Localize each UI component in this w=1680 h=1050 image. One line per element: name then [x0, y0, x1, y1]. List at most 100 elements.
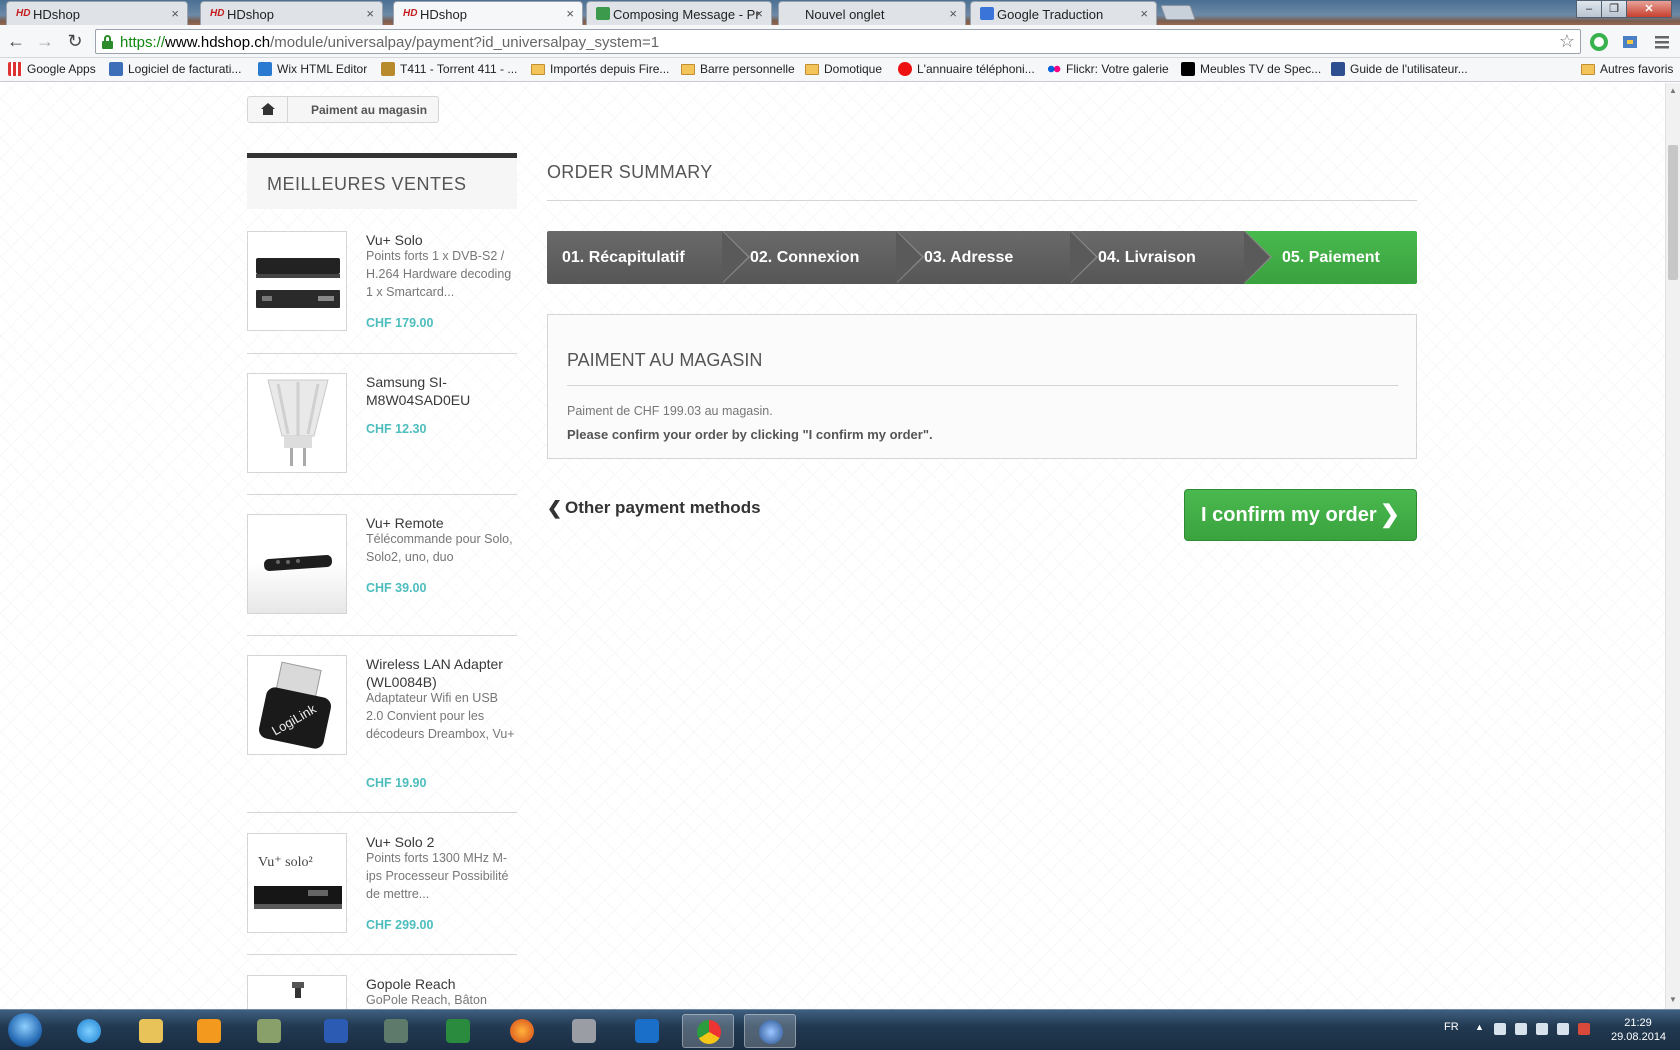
product-price: CHF 299.00 — [366, 918, 434, 932]
thunderbird-icon — [759, 1020, 783, 1044]
bookmark-importes-firefox[interactable]: Importés depuis Fire... — [531, 62, 669, 76]
tab-hdshop-active[interactable]: HD HDshop × — [393, 1, 583, 25]
reload-button[interactable]: ↻ — [63, 30, 87, 52]
language-indicator[interactable]: FR — [1444, 1021, 1459, 1033]
maximize-button[interactable]: ❐ — [1601, 0, 1627, 18]
bookmark-wix-editor[interactable]: Wix HTML Editor — [258, 62, 367, 76]
bookmark-meubles-tv[interactable]: Meubles TV de Spec... — [1181, 62, 1321, 76]
bookmark-logiciel-facturation[interactable]: Logiciel de facturati... — [109, 62, 241, 76]
chrome-menu-icon[interactable] — [1652, 32, 1672, 52]
payment-instruction: Please confirm your order by clicking "I… — [567, 427, 933, 442]
google-translate-favicon-icon — [980, 7, 994, 20]
page-scrollbar[interactable]: ▲ ▼ — [1665, 83, 1680, 1009]
step-label: 03. Adresse — [924, 249, 1014, 266]
action-center-flag-icon[interactable] — [1494, 1023, 1506, 1035]
bookmark-label: Meubles TV de Spec... — [1200, 62, 1322, 76]
taskbar-explorer[interactable] — [125, 1014, 177, 1048]
product-name[interactable]: Wireless LAN Adapter (WL0084B) — [366, 655, 516, 691]
product-image[interactable] — [247, 231, 347, 331]
scrollbar-thumb[interactable] — [1668, 145, 1678, 280]
url-text[interactable]: https://www.hdshop.ch/module/universalpa… — [120, 34, 659, 51]
document-icon — [384, 1019, 408, 1043]
taskbar-app9[interactable] — [558, 1014, 610, 1048]
bookmark-t411[interactable]: T411 - Torrent 411 - ... — [381, 62, 517, 76]
bestsellers-title: MEILLEURES VENTES — [267, 174, 467, 194]
bookmark-label: T411 - Torrent 411 - ... — [400, 62, 518, 76]
other-payment-methods-link[interactable]: ❮ Other payment methods — [547, 498, 761, 518]
product-image[interactable] — [247, 514, 347, 614]
close-icon[interactable]: × — [366, 6, 374, 21]
folder-icon — [139, 1019, 163, 1043]
confirm-order-button[interactable]: I confirm my order ❯ — [1184, 489, 1417, 541]
new-tab-button[interactable] — [1160, 5, 1196, 20]
taskbar-word[interactable] — [310, 1014, 362, 1048]
taskbar-ie[interactable] — [63, 1014, 115, 1048]
set-top-box-icon — [256, 258, 340, 308]
tab-hdshop-1[interactable]: HD HDshop × — [6, 1, 188, 25]
extension-wrench-icon[interactable] — [1620, 32, 1640, 52]
security-alert-icon[interactable] — [1578, 1023, 1590, 1035]
extension-green-icon[interactable] — [1589, 32, 1609, 52]
product-desc: Points forts 1 x DVB-S2 / H.264 Hardware… — [366, 249, 512, 299]
bookmark-google-apps[interactable]: Google Apps — [8, 62, 96, 76]
hdshop-favicon-icon: HD — [403, 8, 418, 19]
bookmark-autres-favoris[interactable]: Autres favoris — [1581, 62, 1673, 76]
close-icon[interactable]: × — [171, 6, 179, 21]
chevron-left-icon: ❮ — [547, 498, 563, 518]
folder-icon — [805, 64, 819, 75]
taskbar-teamviewer[interactable] — [621, 1014, 673, 1048]
product-image[interactable]: LogiLink — [247, 655, 347, 755]
taskbar-excel[interactable] — [432, 1014, 484, 1048]
close-icon[interactable]: × — [1140, 6, 1148, 21]
volume-icon[interactable] — [1536, 1023, 1548, 1035]
close-icon[interactable]: × — [566, 6, 574, 21]
address-bar[interactable]: https://www.hdshop.ch/module/universalpa… — [95, 29, 1581, 54]
scroll-down-icon[interactable]: ▼ — [1669, 995, 1677, 1004]
product-image[interactable] — [247, 975, 347, 1009]
step-recapitulatif[interactable]: 01. Récapitulatif — [547, 231, 750, 284]
tab-hdshop-2[interactable]: HD HDshop × — [200, 1, 383, 25]
taskbar-firefox[interactable] — [496, 1014, 548, 1048]
checkout-steps: 01. Récapitulatif 02. Connexion 03. Adre… — [547, 231, 1417, 284]
taskbar-media[interactable] — [183, 1014, 235, 1048]
product-price: CHF 19.90 — [366, 776, 427, 790]
bookmark-label: Guide de l'utilisateur... — [1350, 62, 1468, 76]
safely-remove-icon[interactable] — [1557, 1023, 1569, 1035]
bookmark-annuaire[interactable]: L'annuaire téléphoni... — [898, 62, 1035, 76]
tab-google-traduction[interactable]: Google Traduction × — [970, 1, 1157, 25]
reload-icon: ↻ — [67, 31, 83, 51]
tab-nouvel-onglet[interactable]: Nouvel onglet × — [778, 1, 966, 25]
product-name[interactable]: Samsung SI-M8W04SAD0EU — [366, 373, 516, 409]
scroll-up-icon[interactable]: ▲ — [1669, 86, 1677, 95]
close-icon[interactable]: × — [755, 6, 763, 21]
step-label: 04. Livraison — [1098, 249, 1196, 266]
taskbar-chrome[interactable] — [682, 1014, 734, 1048]
bookmark-barre-personnelle[interactable]: Barre personnelle — [681, 62, 795, 76]
forward-button[interactable]: → — [33, 30, 57, 52]
product-image[interactable] — [247, 373, 347, 473]
bookmark-star-icon[interactable]: ☆ — [1559, 31, 1575, 52]
window-close-button[interactable]: ✕ — [1626, 0, 1672, 18]
clock[interactable]: 21:29 29.08.2014 — [1611, 1016, 1666, 1044]
step-label: 05. Paiement — [1282, 249, 1380, 266]
product-image[interactable]: Vu⁺ solo² — [247, 833, 347, 933]
url-scheme: https:// — [120, 34, 166, 51]
forward-arrow-icon: → — [36, 31, 54, 51]
breadcrumb-home[interactable] — [248, 97, 288, 122]
back-button[interactable]: ← — [4, 30, 28, 52]
minimize-button[interactable]: – — [1576, 0, 1602, 18]
network-icon[interactable] — [1515, 1023, 1527, 1035]
bookmark-flickr[interactable]: Flickr: Votre galerie — [1047, 62, 1169, 76]
show-hidden-icons[interactable]: ▲ — [1475, 1022, 1484, 1032]
taskbar-app6[interactable] — [370, 1014, 422, 1048]
payment-divider — [567, 385, 1398, 386]
close-icon[interactable]: × — [949, 6, 957, 21]
taskbar-thunderbird[interactable] — [744, 1014, 796, 1048]
vu-solo2-box-icon: Vu⁺ solo² — [254, 855, 342, 909]
bookmark-domotique[interactable]: Domotique — [805, 62, 882, 76]
taskbar-app4[interactable] — [243, 1014, 295, 1048]
tab-composing-message[interactable]: Composing Message - Pr × — [586, 1, 772, 25]
bookmark-guide-utilisateur[interactable]: Guide de l'utilisateur... — [1331, 62, 1468, 76]
tab-title: Composing Message - Pr — [613, 7, 760, 22]
start-button[interactable] — [4, 1010, 46, 1050]
